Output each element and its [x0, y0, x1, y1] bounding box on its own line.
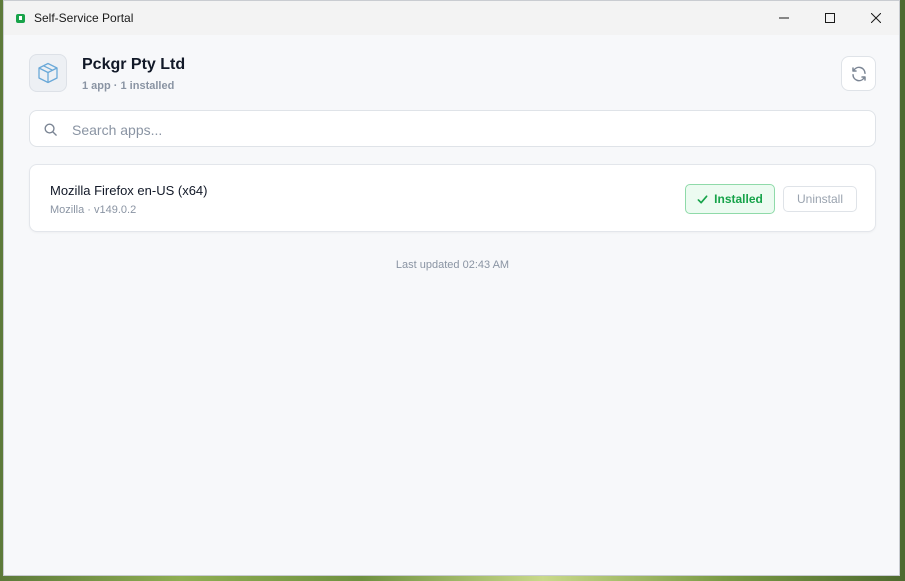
search-box[interactable] [29, 110, 876, 148]
uninstall-button[interactable]: Uninstall [783, 186, 857, 212]
maximize-icon [825, 13, 835, 23]
close-button[interactable] [853, 1, 899, 35]
minimize-button[interactable] [761, 1, 807, 35]
portal-icon [16, 14, 25, 23]
app-summary: 1 app · 1 installed [82, 80, 175, 92]
company-name: Pckgr Pty Ltd [82, 56, 186, 73]
refresh-button[interactable] [841, 56, 876, 91]
title-bar[interactable]: Self-Service Portal [4, 1, 899, 35]
search-input[interactable] [70, 111, 864, 148]
close-icon [871, 13, 881, 23]
window-title: Self-Service Portal [34, 11, 134, 25]
maximize-button[interactable] [807, 1, 853, 35]
check-icon [697, 194, 708, 204]
refresh-icon [851, 66, 866, 81]
app-card: Mozilla Firefox en-US (x64) Mozilla · v1… [29, 164, 876, 232]
installed-label: Installed [714, 192, 763, 206]
company-logo [29, 54, 67, 92]
installed-status-badge: Installed [685, 184, 775, 214]
last-updated-text: Last updated 02:43 AM [395, 259, 510, 271]
app-meta: Mozilla · v149.0.2 [50, 204, 137, 216]
package-box-icon [38, 62, 58, 84]
minimize-icon [779, 17, 789, 19]
app-name: Mozilla Firefox en-US (x64) [50, 183, 208, 198]
app-window: Self-Service Portal Pckgr Pty Ltd 1 app [3, 0, 900, 576]
search-icon [44, 123, 57, 136]
